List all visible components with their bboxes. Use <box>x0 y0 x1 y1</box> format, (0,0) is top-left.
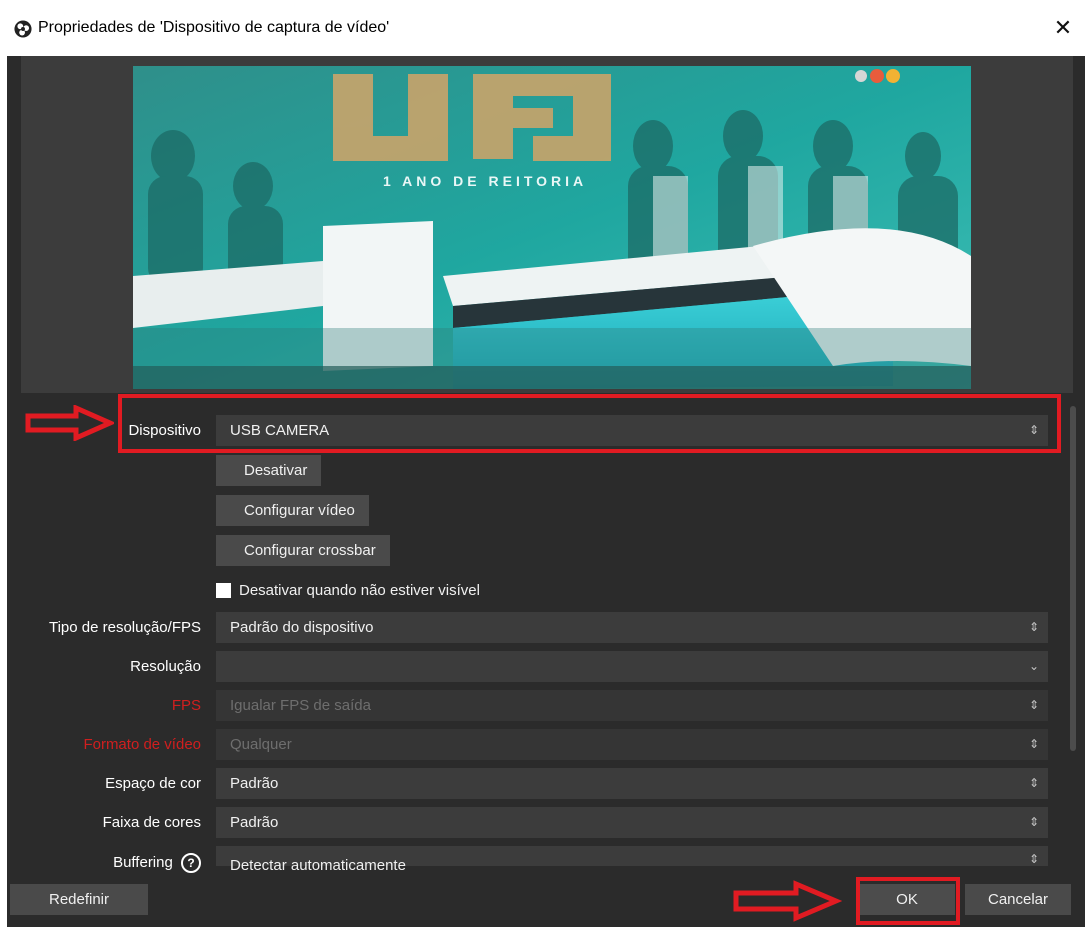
updown-arrows-icon: ⇕ <box>1028 737 1040 751</box>
video-preview: 1 ANO DE REITORIA <box>21 56 1073 393</box>
arrow-right-annotation <box>25 405 114 441</box>
updown-arrows-icon: ⇕ <box>1028 423 1040 437</box>
resolution-label: Resolução <box>130 658 201 675</box>
video-format-combo: Qualquer ⇕ <box>216 729 1048 760</box>
color-range-label: Faixa de cores <box>102 814 201 831</box>
dialog-body: 1 ANO DE REITORIA Dispositivo USB CAMERA <box>7 56 1085 927</box>
video-format-label: Formato de vídeo <box>83 736 201 753</box>
properties-scrollbar[interactable] <box>1067 401 1079 866</box>
properties-panel: Dispositivo USB CAMERA ⇕ Desativar Confi… <box>7 401 1067 874</box>
video-format-value: Qualquer <box>230 736 292 753</box>
device-value: USB CAMERA <box>230 422 330 439</box>
updown-arrows-icon: ⇕ <box>1028 620 1040 634</box>
fps-label: FPS <box>171 697 201 714</box>
reset-button[interactable]: Redefinir <box>10 884 148 915</box>
cancel-button[interactable]: Cancelar <box>965 884 1071 915</box>
color-space-combo[interactable]: Padrão ⇕ <box>216 768 1048 799</box>
resolution-fps-type-combo[interactable]: Padrão do dispositivo ⇕ <box>216 612 1048 643</box>
deactivate-button[interactable]: Desativar <box>216 455 322 486</box>
color-range-value: Padrão <box>230 814 279 831</box>
resolution-fps-type-value: Padrão do dispositivo <box>230 619 374 636</box>
buffering-label-row: Buffering ? <box>113 853 201 873</box>
color-space-label: Espaço de cor <box>105 775 201 792</box>
title-bar: Propriedades de 'Dispositivo de captura … <box>0 0 1087 56</box>
updown-arrows-icon: ⇕ <box>1028 852 1040 866</box>
preview-overlay-text: 1 ANO DE REITORIA <box>383 173 587 189</box>
deactivate-when-hidden-label: Desativar quando não estiver visível <box>239 581 480 599</box>
camera-preview-image: 1 ANO DE REITORIA <box>133 66 971 389</box>
dialog-title: Propriedades de 'Dispositivo de captura … <box>38 19 390 36</box>
chevron-down-icon: ⌄ <box>1028 659 1040 673</box>
device-label: Dispositivo <box>128 422 201 439</box>
updown-arrows-icon: ⇕ <box>1028 698 1040 712</box>
color-range-combo[interactable]: Padrão ⇕ <box>216 807 1048 838</box>
updown-arrows-icon: ⇕ <box>1028 815 1040 829</box>
color-space-value: Padrão <box>230 775 279 792</box>
fps-value: Igualar FPS de saída <box>230 697 371 714</box>
resolution-fps-type-label: Tipo de resolução/FPS <box>48 619 201 636</box>
configure-crossbar-button[interactable]: Configurar crossbar <box>216 535 390 566</box>
buffering-value: Detectar automaticamente <box>230 857 406 874</box>
fps-combo: Igualar FPS de saída ⇕ <box>216 690 1048 721</box>
device-combo[interactable]: USB CAMERA ⇕ <box>216 415 1048 446</box>
properties-dialog: Propriedades de 'Dispositivo de captura … <box>0 0 1087 927</box>
ok-button[interactable]: OK <box>859 884 955 915</box>
buffering-combo[interactable]: Detectar automaticamente ⇕ <box>216 846 1048 874</box>
obs-logo-icon <box>14 20 32 38</box>
buffering-label: Buffering <box>113 853 173 871</box>
question-circle-icon[interactable]: ? <box>181 853 201 873</box>
resolution-combo[interactable]: ⌄ <box>216 651 1048 682</box>
deactivate-when-hidden-checkbox[interactable] <box>216 582 231 598</box>
configure-video-button[interactable]: Configurar vídeo <box>216 495 369 526</box>
arrow-right-annotation <box>733 880 842 922</box>
scrollbar-thumb[interactable] <box>1070 406 1076 751</box>
close-icon[interactable]: ✕ <box>1049 14 1077 42</box>
updown-arrows-icon: ⇕ <box>1028 776 1040 790</box>
deactivate-when-hidden-row: Desativar quando não estiver visível <box>216 579 480 601</box>
